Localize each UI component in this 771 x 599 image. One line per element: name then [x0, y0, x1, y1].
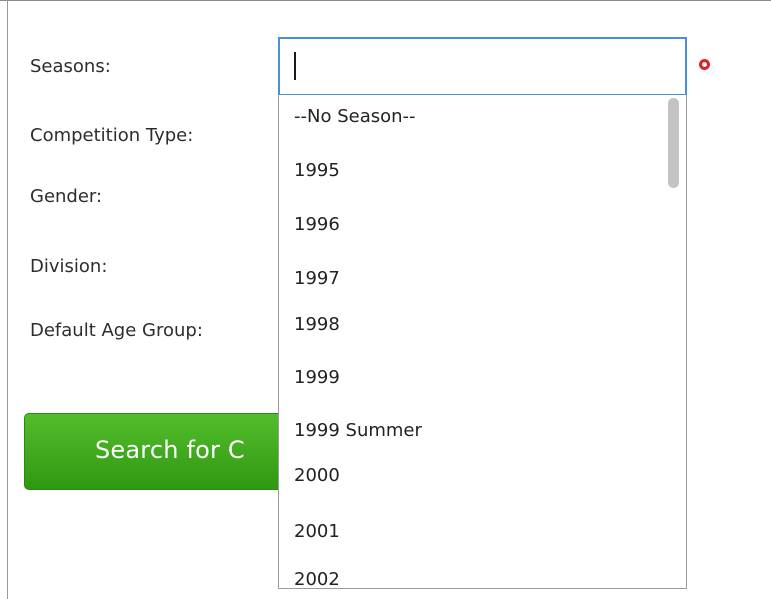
option-1997[interactable]: 1997: [294, 268, 340, 289]
option-2000[interactable]: 2000: [294, 465, 340, 486]
option-1998[interactable]: 1998: [294, 314, 340, 335]
dropdown-scrollbar[interactable]: [663, 95, 685, 588]
text-cursor: [294, 52, 296, 80]
option-1999[interactable]: 1999: [294, 367, 340, 388]
search-form-page: Seasons: Competition Type: Gender: Divis…: [0, 0, 771, 599]
competition-type-label: Competition Type:: [30, 125, 194, 146]
frame-border-left: [7, 0, 8, 599]
seasons-dropdown-list[interactable]: --No Season-- 1995 1996 1997 1998 1999 1…: [278, 95, 687, 589]
division-label: Division:: [30, 256, 108, 277]
frame-border-top: [0, 0, 771, 1]
gender-label: Gender:: [30, 186, 103, 207]
scrollbar-thumb[interactable]: [668, 98, 679, 188]
default-age-group-label: Default Age Group:: [30, 320, 203, 341]
option-1995[interactable]: 1995: [294, 160, 340, 181]
required-field-icon: [699, 59, 710, 70]
search-button-label: Search for C: [95, 436, 245, 464]
seasons-select-input[interactable]: [278, 37, 687, 96]
option-2001[interactable]: 2001: [294, 521, 340, 542]
search-button[interactable]: Search for C: [24, 413, 314, 490]
option-1999-summer[interactable]: 1999 Summer: [294, 420, 422, 441]
option-1996[interactable]: 1996: [294, 214, 340, 235]
option-2002[interactable]: 2002: [294, 569, 340, 588]
option-no-season[interactable]: --No Season--: [294, 106, 416, 127]
seasons-label: Seasons:: [30, 56, 111, 77]
